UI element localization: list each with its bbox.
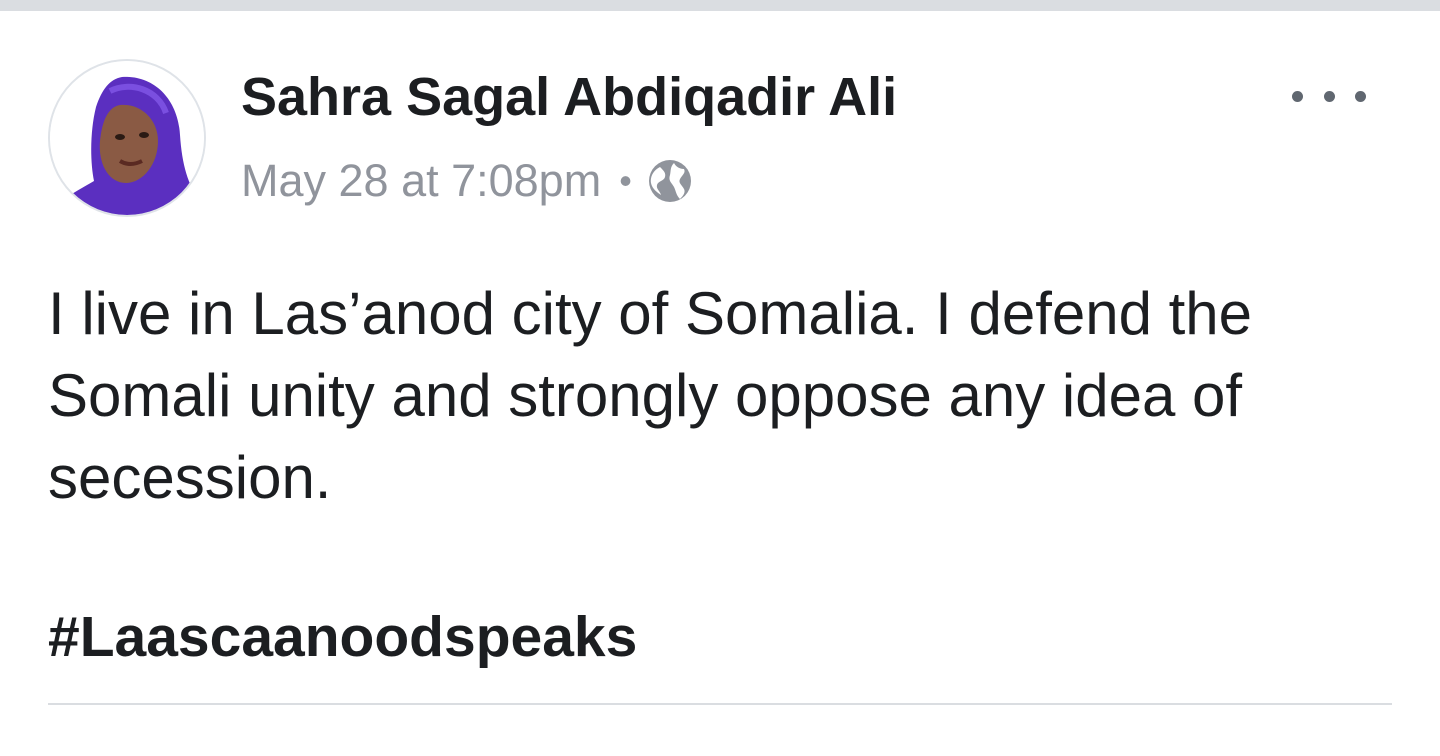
author-name[interactable]: Sahra Sagal Abdiqadir Ali [241,65,897,129]
more-dot [1355,90,1366,102]
post-meta: May 28 at 7:08pm • [241,153,694,209]
hashtag-link[interactable]: #Laascaanoodspeaks [48,601,637,673]
globe-icon[interactable] [646,157,694,205]
more-dot [1323,90,1335,102]
post-body: I live in Las’anod city of Somalia. I de… [48,280,1253,511]
post-card: Sahra Sagal Abdiqadir Ali May 28 at 7:08… [0,11,1440,756]
more-options-icon[interactable] [1292,79,1366,113]
meta-separator: • [619,160,632,201]
top-strip [0,0,1440,11]
avatar[interactable] [48,59,206,217]
avatar-image [50,61,204,215]
divider [48,703,1392,705]
more-dot [1292,90,1303,102]
post-timestamp[interactable]: May 28 at 7:08pm [241,155,601,207]
